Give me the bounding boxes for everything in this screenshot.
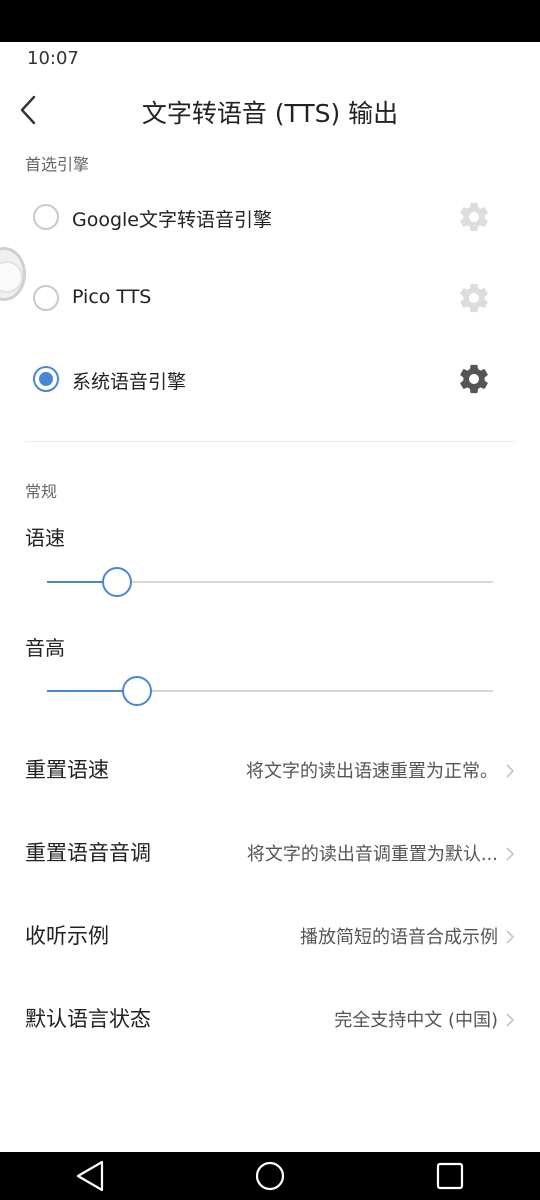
engine-row-pico[interactable]: Pico TTS — [0, 269, 540, 329]
divider — [25, 441, 515, 442]
nav-recents-button[interactable] — [430, 1158, 470, 1194]
engine-label: 系统语音引擎 — [72, 371, 187, 393]
nav-back-button[interactable] — [70, 1158, 110, 1194]
gear-icon[interactable] — [457, 362, 491, 396]
pitch-label: 音高 — [25, 636, 65, 660]
speech-rate-slider[interactable] — [47, 564, 493, 600]
pref-summary: 将文字的读出音调重置为默认... — [246, 844, 498, 865]
radio-button[interactable] — [33, 285, 59, 311]
engine-label: Pico TTS — [72, 286, 152, 308]
navigation-bar — [0, 1152, 540, 1200]
pitch-slider[interactable] — [47, 673, 493, 709]
gear-icon[interactable] — [457, 281, 491, 315]
pref-summary: 将文字的读出语速重置为正常。 — [246, 761, 498, 782]
gear-icon[interactable] — [457, 200, 491, 234]
section-label-preferred-engine: 首选引擎 — [25, 155, 90, 174]
square-recents-icon — [436, 1162, 464, 1190]
engine-row-google[interactable]: Google文字转语音引擎 — [0, 188, 540, 248]
default-language-status-row[interactable]: 默认语言状态 完全支持中文 (中国) — [0, 989, 540, 1049]
radio-button-checked[interactable] — [33, 366, 59, 392]
chevron-right-icon — [506, 847, 515, 861]
pref-title: 收听示例 — [25, 924, 109, 948]
top-system-bar — [0, 0, 540, 42]
pref-title: 默认语言状态 — [25, 1007, 151, 1031]
slider-thumb[interactable] — [101, 567, 132, 597]
page-title: 文字转语音 (TTS) 输出 — [141, 99, 399, 128]
listen-example-row[interactable]: 收听示例 播放简短的语音合成示例 — [0, 906, 540, 966]
chevron-right-icon — [506, 930, 515, 944]
pref-summary: 完全支持中文 (中国) — [334, 1010, 498, 1031]
pref-summary: 播放简短的语音合成示例 — [300, 927, 498, 948]
nav-home-button[interactable] — [250, 1158, 290, 1194]
chevron-right-icon — [506, 764, 515, 778]
pref-title: 重置语速 — [25, 758, 109, 782]
status-time: 10:07 — [27, 48, 79, 69]
chevron-right-icon — [506, 1013, 515, 1027]
triangle-back-icon — [76, 1160, 104, 1192]
engine-label: Google文字转语音引擎 — [72, 209, 273, 231]
pref-title: 重置语音音调 — [25, 841, 151, 865]
circle-home-icon — [255, 1161, 285, 1191]
section-label-general: 常规 — [25, 482, 58, 501]
slider-thumb[interactable] — [122, 676, 153, 706]
reset-pitch-row[interactable]: 重置语音音调 将文字的读出音调重置为默认... — [0, 823, 540, 883]
reset-speech-rate-row[interactable]: 重置语速 将文字的读出语速重置为正常。 — [0, 740, 540, 800]
speech-rate-label: 语速 — [25, 526, 65, 550]
radio-button[interactable] — [33, 204, 59, 230]
engine-row-system[interactable]: 系统语音引擎 — [0, 350, 540, 410]
